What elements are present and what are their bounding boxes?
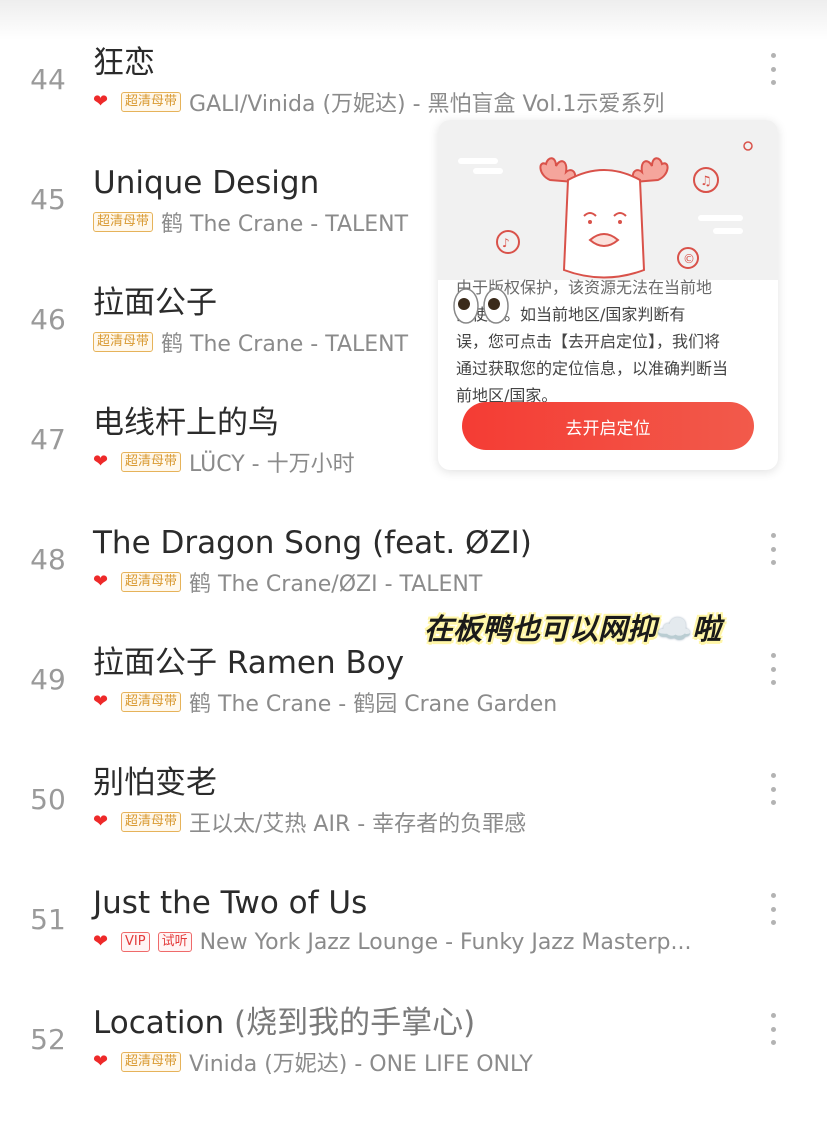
more-icon[interactable] bbox=[762, 49, 784, 89]
track-number: 44 bbox=[30, 63, 66, 96]
heart-icon[interactable]: ❤ bbox=[93, 692, 121, 712]
heart-icon[interactable]: ❤ bbox=[93, 812, 121, 832]
artist-album: 王以太/艾热 AIR - 幸存者的负罪感 bbox=[189, 812, 527, 837]
song-meta: ❤ 超清母带 王以太/艾热 AIR - 幸存者的负罪感 bbox=[93, 808, 527, 838]
song-meta: ❤ VIP 试听 New York Jazz Lounge - Funky Ja… bbox=[93, 928, 691, 956]
artist-album: 鹤 The Crane - TALENT bbox=[161, 332, 409, 357]
song-title: Unique Design bbox=[93, 165, 320, 201]
song-meta: ❤ 超清母带 Vinida (万妮达) - ONE LIFE ONLY bbox=[93, 1048, 533, 1078]
song-meta: 超清母带 鹤 The Crane - TALENT bbox=[93, 328, 409, 357]
vip-badge: VIP bbox=[121, 932, 150, 952]
song-title: The Dragon Song (feat. ØZI) bbox=[93, 525, 532, 561]
song-title: Just the Two of Us bbox=[93, 885, 368, 921]
track-number: 45 bbox=[30, 183, 66, 216]
artist-album: GALI/Vinida (万妮达) - 黑怕盲盒 Vol.1示爱系列 bbox=[189, 92, 665, 117]
song-title: 拉面公子 bbox=[93, 285, 217, 321]
moose-illustration: ♫ ♪ © bbox=[438, 120, 778, 280]
song-title: 电线杆上的鸟 bbox=[93, 405, 279, 441]
caption-text: 在板鸭也可以网抑 bbox=[424, 612, 657, 646]
more-icon[interactable] bbox=[762, 1009, 784, 1049]
song-meta: ❤ 超清母带 GALI/Vinida (万妮达) - 黑怕盲盒 Vol.1示爱系… bbox=[93, 88, 665, 118]
track-number: 47 bbox=[30, 423, 66, 456]
list-item[interactable]: 52 Location (烧到我的手掌心) ❤ 超清母带 Vinida (万妮达… bbox=[0, 1005, 827, 1143]
artist-album: New York Jazz Lounge - Funky Jazz Master… bbox=[199, 929, 692, 955]
eyes-icon bbox=[452, 286, 512, 326]
more-icon[interactable] bbox=[762, 889, 784, 929]
track-number: 50 bbox=[30, 783, 66, 816]
song-meta: ❤ 超清母带 LÜCY - 十万小时 bbox=[93, 448, 355, 478]
artist-album: 鹤 The Crane/ØZI - TALENT bbox=[189, 572, 483, 597]
song-title: Location (烧到我的手掌心) bbox=[93, 1003, 475, 1043]
heart-icon[interactable]: ❤ bbox=[93, 932, 121, 952]
svg-text:♪: ♪ bbox=[502, 236, 510, 250]
song-title: 别怕变老 bbox=[93, 765, 217, 801]
quality-badge: 超清母带 bbox=[93, 212, 154, 232]
top-fade bbox=[0, 0, 827, 40]
track-number: 52 bbox=[30, 1023, 66, 1056]
caption-text-end: 啦 bbox=[692, 612, 722, 646]
quality-badge: 超清母带 bbox=[121, 572, 182, 592]
track-number: 51 bbox=[30, 903, 66, 936]
quality-badge: 超清母带 bbox=[121, 92, 182, 112]
song-title-sub: (烧到我的手掌心) bbox=[233, 1005, 476, 1041]
heart-icon[interactable]: ❤ bbox=[93, 452, 121, 472]
artist-album: LÜCY - 十万小时 bbox=[189, 452, 355, 477]
song-title-main: Location bbox=[93, 1005, 225, 1041]
track-number: 49 bbox=[30, 663, 66, 696]
heart-icon[interactable]: ❤ bbox=[93, 1052, 121, 1072]
track-number: 48 bbox=[30, 543, 66, 576]
song-title: 狂恋 bbox=[93, 45, 155, 81]
more-icon[interactable] bbox=[762, 649, 784, 689]
popup-line: 通过获取您的定位信息，以准确判断当 bbox=[456, 359, 729, 378]
artist-album: Vinida (万妮达) - ONE LIFE ONLY bbox=[189, 1052, 533, 1077]
song-meta: ❤ 超清母带 鹤 The Crane/ØZI - TALENT bbox=[93, 568, 483, 598]
preview-badge: 试听 bbox=[157, 932, 192, 952]
quality-badge: 超清母带 bbox=[93, 332, 154, 352]
heart-icon[interactable]: ❤ bbox=[93, 572, 121, 592]
track-number: 46 bbox=[30, 303, 66, 336]
quality-badge: 超清母带 bbox=[121, 452, 182, 472]
caption-sticker: 在板鸭也可以网抑☁️啦 bbox=[424, 606, 721, 648]
quality-badge: 超清母带 bbox=[121, 1052, 182, 1072]
more-icon[interactable] bbox=[762, 529, 784, 569]
enable-location-button[interactable]: 去开启定位 bbox=[462, 402, 754, 450]
artist-album: 鹤 The Crane - 鹤园 Crane Garden bbox=[189, 692, 558, 717]
quality-badge: 超清母带 bbox=[121, 692, 182, 712]
svg-text:©: © bbox=[683, 252, 695, 266]
heart-icon[interactable]: ❤ bbox=[93, 92, 121, 112]
song-meta: ❤ 超清母带 鹤 The Crane - 鹤园 Crane Garden bbox=[93, 688, 558, 718]
song-title: 拉面公子 Ramen Boy bbox=[93, 645, 405, 681]
song-meta: 超清母带 鹤 The Crane - TALENT bbox=[93, 208, 409, 237]
quality-badge: 超清母带 bbox=[121, 812, 182, 832]
svg-text:♫: ♫ bbox=[700, 174, 712, 189]
popup-line: 误，您可点击【去开启定位】，我们将 bbox=[456, 332, 721, 351]
more-icon[interactable] bbox=[762, 769, 784, 809]
artist-album: 鹤 The Crane - TALENT bbox=[161, 212, 409, 237]
cloud-icon: ☁️ bbox=[656, 612, 693, 646]
